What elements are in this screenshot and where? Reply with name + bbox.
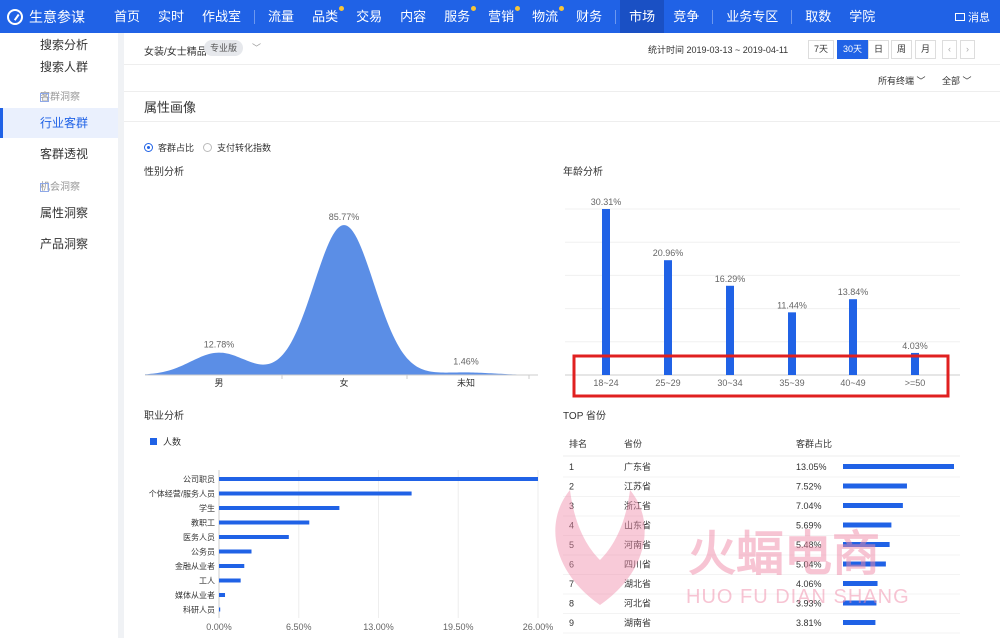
age-value-label: 4.03% (902, 341, 928, 351)
province-name: 广东省 (624, 461, 651, 472)
gender-value-label: 1.46% (453, 356, 479, 366)
province-rank: 7 (569, 579, 574, 589)
occupation-category-label: 公务员 (191, 547, 215, 557)
occupation-x-tick: 13.00% (363, 622, 394, 632)
age-bar (849, 299, 857, 375)
age-category-label: 30~34 (717, 378, 742, 388)
province-rank: 1 (569, 462, 574, 472)
age-category-label: 25~29 (655, 378, 680, 388)
gender-value-label: 85.77% (329, 212, 360, 222)
province-rank: 2 (569, 482, 574, 492)
province-share-bar (843, 522, 892, 528)
age-category-label: >=50 (905, 378, 926, 388)
age-value-label: 30.31% (591, 197, 622, 207)
occupation-bar (219, 491, 412, 496)
watermark-en: HUO FU DIAN SHANG (686, 586, 910, 608)
occupation-category-label: 金融从业者 (175, 561, 215, 571)
age-value-label: 16.29% (715, 274, 746, 284)
age-bar (788, 312, 796, 375)
province-share: 3.81% (796, 618, 822, 628)
occupation-bar (219, 506, 340, 510)
watermark-cn: 火蝠电商 (688, 528, 880, 581)
age-bar (726, 285, 734, 375)
occupation-x-tick: 26.00% (523, 622, 554, 632)
occupation-bar (219, 535, 289, 539)
occupation-bar (219, 520, 310, 525)
legend-swatch (150, 438, 157, 445)
province-name: 江苏省 (624, 481, 651, 492)
province-name: 湖北省 (624, 578, 651, 589)
province-name: 湖南省 (624, 617, 651, 628)
province-share-bar (843, 483, 907, 489)
occupation-x-tick: 0.00% (206, 622, 232, 632)
occupation-category-label: 医务人员 (183, 532, 215, 542)
province-name: 河北省 (624, 598, 651, 609)
occupation-bar (219, 564, 245, 568)
province-share-bar (843, 620, 876, 625)
age-value-label: 11.44% (777, 300, 807, 310)
province-header: 排名 (569, 438, 587, 449)
province-share: 13.05% (796, 462, 827, 472)
occupation-bar (219, 549, 252, 554)
occupation-category-label: 个体经营/服务人员 (149, 489, 215, 499)
charts-layer: 男 12.78% 女 85.77% 未知 1.46% 30.31% 18~24 20.96% 25… (145, 197, 960, 634)
age-category-label: 40~49 (840, 378, 865, 388)
province-header: 客群占比 (796, 438, 832, 449)
gender-value-label: 12.78% (204, 340, 235, 350)
gender-category-label: 未知 (457, 377, 475, 388)
age-value-label: 13.84% (838, 287, 869, 297)
age-bar (664, 260, 672, 375)
highlight-box (572, 354, 950, 398)
age-bar (602, 209, 610, 375)
gender-category-label: 男 (214, 378, 223, 388)
occupation-x-tick: 19.50% (443, 622, 474, 632)
province-rank: 9 (569, 618, 574, 628)
occupation-bar (219, 578, 241, 583)
age-category-label: 18~24 (593, 378, 618, 388)
occupation-category-label: 公司职员 (183, 475, 215, 484)
occupation-x-tick: 6.50% (286, 622, 312, 632)
legend-label: 人数 (163, 436, 181, 447)
age-value-label: 20.96% (653, 248, 684, 258)
province-header: 省份 (624, 438, 642, 449)
occupation-category-label: 媒体从业者 (175, 590, 215, 600)
occupation-bar (219, 593, 226, 597)
occupation-bar (219, 477, 538, 481)
province-share: 7.52% (796, 482, 822, 492)
occupation-category-label: 科研人员 (183, 605, 215, 615)
province-share-bar (843, 503, 903, 508)
province-share-bar (843, 464, 954, 469)
province-rank: 8 (569, 599, 574, 609)
age-category-label: 35~39 (779, 378, 804, 388)
gender-area (145, 225, 538, 375)
occupation-category-label: 学生 (199, 503, 215, 513)
occupation-bar (219, 607, 221, 612)
province-share: 7.04% (796, 501, 822, 511)
occupation-category-label: 教职工 (191, 518, 215, 528)
gender-category-label: 女 (339, 377, 348, 388)
occupation-category-label: 工人 (199, 577, 215, 586)
